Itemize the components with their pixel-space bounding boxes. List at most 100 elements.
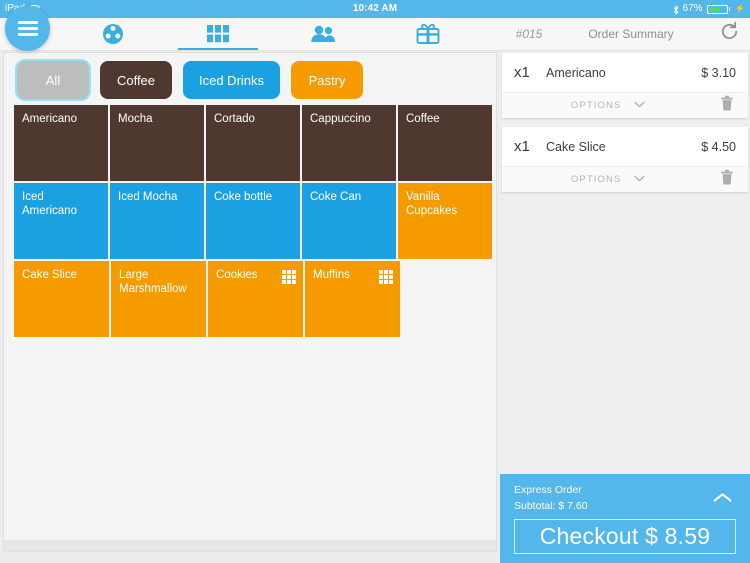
pos-app-window: iPad 10:42 AM 67% ⚡ bbox=[0, 0, 750, 563]
subtotal-label: Subtotal: $ 7.60 bbox=[514, 500, 588, 512]
order-item-options-button[interactable]: OPTIONS bbox=[502, 174, 748, 185]
product-tile-label: Vanilla Cupcakes bbox=[406, 191, 458, 217]
order-item-options-button[interactable]: OPTIONS bbox=[502, 100, 748, 111]
category-button-coffee[interactable]: Coffee bbox=[100, 61, 172, 99]
hamburger-menu-icon bbox=[17, 21, 38, 24]
order-item-quantity: x1 bbox=[514, 138, 530, 155]
product-tile[interactable]: Large Marshmallow bbox=[111, 261, 206, 337]
product-tile-label: Iced Americano bbox=[22, 191, 77, 217]
order-line-main[interactable]: x1 Cake Slice $ 4.50 bbox=[502, 127, 748, 166]
order-line-item: x1 Cake Slice $ 4.50 OPTIONS bbox=[502, 127, 748, 192]
product-tile-label: Cake Slice bbox=[22, 269, 77, 281]
product-tile[interactable]: Vanilla Cupcakes bbox=[398, 183, 492, 259]
category-label: Pastry bbox=[308, 72, 346, 88]
top-navigation-bar: #015 Order Summary bbox=[0, 18, 750, 51]
category-filter-bar: All Coffee Iced Drinks Pastry bbox=[4, 53, 496, 107]
product-tile-label: Cortado bbox=[214, 113, 255, 125]
order-item-quantity: x1 bbox=[514, 64, 530, 81]
product-tile-label: Cappuccino bbox=[310, 113, 371, 125]
product-browser-panel: All Coffee Iced Drinks Pastry Americano … bbox=[3, 52, 497, 552]
category-button-all[interactable]: All bbox=[17, 61, 89, 99]
product-tile-label: Large Marshmallow bbox=[119, 269, 187, 295]
ios-status-bar: iPad 10:42 AM 67% ⚡ bbox=[0, 0, 750, 18]
refresh-icon bbox=[719, 21, 740, 47]
product-tile-label: Iced Mocha bbox=[118, 191, 178, 203]
order-line-actions: OPTIONS bbox=[502, 166, 748, 192]
checkout-button-label: Checkout $ 8.59 bbox=[539, 523, 711, 549]
nav-icon-group bbox=[60, 18, 480, 50]
category-button-iced-drinks[interactable]: Iced Drinks bbox=[183, 61, 281, 99]
order-item-delete-button[interactable] bbox=[720, 95, 734, 116]
grid-variants-icon bbox=[282, 270, 296, 284]
order-summary-title: Order Summary bbox=[588, 27, 674, 41]
checkout-button[interactable]: Checkout $ 8.59 bbox=[514, 519, 736, 554]
order-item-name: Americano bbox=[546, 65, 606, 80]
product-tile-label: Coke bottle bbox=[214, 191, 273, 203]
order-items-list: x1 Americano $ 3.10 OPTIONS x1 Cake Slic… bbox=[500, 50, 750, 201]
product-tile[interactable]: Coke bottle bbox=[206, 183, 300, 259]
hamburger-menu-button[interactable] bbox=[5, 6, 50, 51]
product-tile[interactable]: Americano bbox=[14, 105, 108, 181]
category-button-pastry[interactable]: Pastry bbox=[291, 61, 364, 99]
refresh-order-button[interactable] bbox=[708, 21, 750, 47]
order-item-options-label: OPTIONS bbox=[570, 174, 622, 185]
bluetooth-icon bbox=[673, 4, 679, 15]
order-summary-panel: x1 Americano $ 3.10 OPTIONS x1 Cake Slic… bbox=[500, 50, 750, 563]
battery-icon bbox=[706, 4, 731, 14]
product-tile-label: Coffee bbox=[406, 113, 440, 125]
grid-variants-icon bbox=[379, 270, 393, 284]
tables-floorplan-icon bbox=[101, 22, 125, 46]
battery-percent-label: 67% bbox=[682, 3, 703, 14]
product-tile-label: Mocha bbox=[118, 113, 153, 125]
nav-tab-customers[interactable] bbox=[270, 18, 375, 50]
category-label: Coffee bbox=[116, 72, 156, 88]
order-item-price: $ 4.50 bbox=[701, 139, 736, 154]
order-line-item: x1 Americano $ 3.10 OPTIONS bbox=[502, 53, 748, 118]
panel-bottom-strip bbox=[4, 540, 496, 551]
product-tile-label: Coke Can bbox=[310, 191, 362, 203]
express-order-label: Express Order bbox=[514, 484, 582, 496]
product-grid-row: Americano Mocha Cortado Cappuccino Coffe… bbox=[14, 105, 492, 181]
product-grid-row: Cake Slice Large Marshmallow Cookies Muf… bbox=[14, 261, 492, 337]
status-bar-right: 67% ⚡ bbox=[625, 0, 750, 18]
product-tile-label: Muffins bbox=[313, 269, 350, 281]
product-tile[interactable]: Iced Americano bbox=[14, 183, 108, 259]
chevron-down-icon bbox=[634, 100, 645, 111]
product-tile[interactable]: Cortado bbox=[206, 105, 300, 181]
nav-tab-tables[interactable] bbox=[60, 18, 165, 50]
product-grid: Americano Mocha Cortado Cappuccino Coffe… bbox=[14, 105, 492, 339]
trash-icon bbox=[720, 95, 734, 115]
order-item-options-label: OPTIONS bbox=[570, 100, 622, 111]
order-line-actions: OPTIONS bbox=[502, 92, 748, 118]
order-number-label: #015 bbox=[515, 27, 543, 41]
product-tile[interactable]: Cappuccino bbox=[302, 105, 396, 181]
product-tile[interactable]: Muffins bbox=[305, 261, 400, 337]
gift-card-icon bbox=[416, 23, 440, 45]
product-tile-label: Cookies bbox=[216, 269, 258, 281]
category-label: All bbox=[45, 72, 61, 88]
product-tile[interactable]: Mocha bbox=[110, 105, 204, 181]
order-summary-header: #015 Order Summary bbox=[498, 18, 750, 50]
order-item-price: $ 3.10 bbox=[701, 65, 736, 80]
trash-icon bbox=[720, 169, 734, 189]
chevron-down-icon bbox=[634, 174, 645, 185]
lightning-icon: ⚡ bbox=[735, 4, 745, 13]
product-grid-row: Iced Americano Iced Mocha Coke bottle Co… bbox=[14, 183, 492, 259]
expand-order-details-button[interactable] bbox=[713, 490, 732, 508]
product-tile[interactable]: Coke Can bbox=[302, 183, 396, 259]
status-bar-time: 10:42 AM bbox=[352, 3, 398, 14]
product-tile[interactable]: Iced Mocha bbox=[110, 183, 204, 259]
chevron-up-icon bbox=[713, 490, 732, 507]
nav-tab-gift-cards[interactable] bbox=[375, 18, 480, 50]
product-tile-label: Americano bbox=[22, 113, 77, 125]
products-grid-icon bbox=[206, 25, 229, 43]
order-line-main[interactable]: x1 Americano $ 3.10 bbox=[502, 53, 748, 92]
nav-tab-products[interactable] bbox=[165, 18, 270, 50]
order-item-delete-button[interactable] bbox=[720, 169, 734, 190]
customers-people-icon bbox=[310, 25, 336, 43]
product-tile[interactable]: Coffee bbox=[398, 105, 492, 181]
category-label: Iced Drinks bbox=[199, 72, 265, 88]
product-tile[interactable]: Cake Slice bbox=[14, 261, 109, 337]
checkout-footer: Express Order Subtotal: $ 7.60 Checkout … bbox=[500, 474, 750, 563]
product-tile[interactable]: Cookies bbox=[208, 261, 303, 337]
